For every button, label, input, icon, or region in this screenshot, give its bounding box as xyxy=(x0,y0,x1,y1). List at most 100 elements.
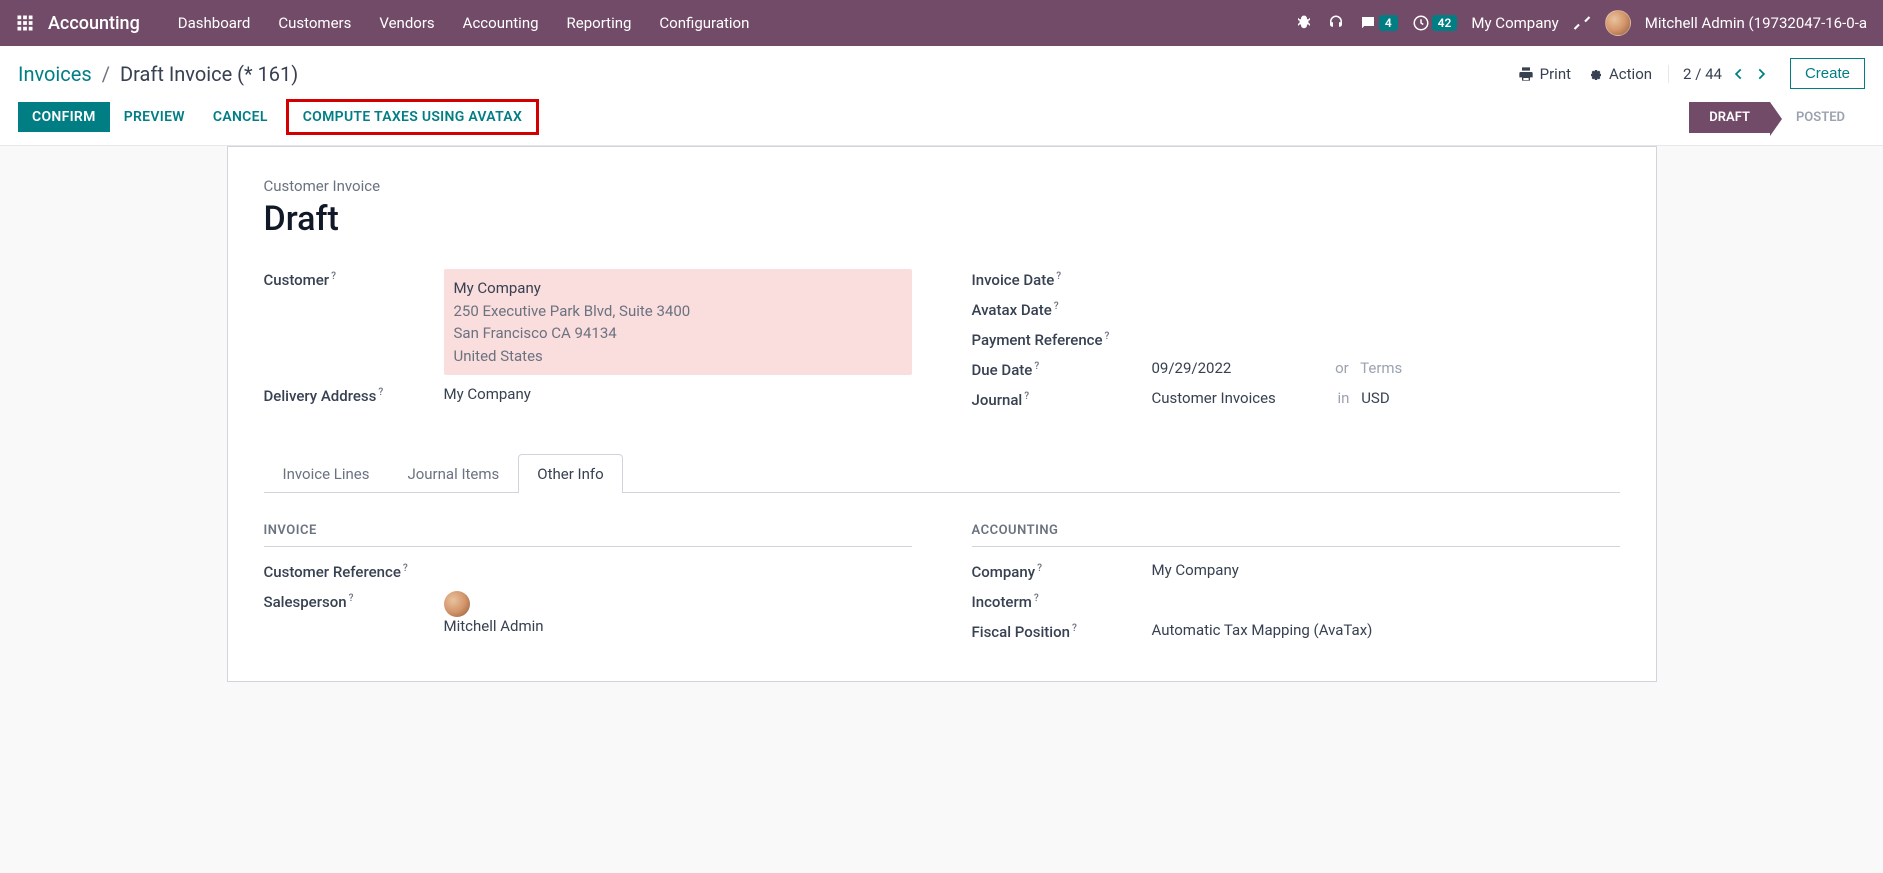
gear-icon xyxy=(1587,66,1603,82)
delivery-label: Delivery Address? xyxy=(264,385,444,405)
tab-invoice-lines[interactable]: Invoice Lines xyxy=(264,454,389,493)
form-sheet: Customer Invoice Draft Customer? My Comp… xyxy=(227,146,1657,682)
control-bar: Invoices / Draft Invoice (* 161) Print A… xyxy=(0,46,1883,89)
help-icon[interactable]: ? xyxy=(1056,271,1061,282)
in-label: in xyxy=(1338,389,1350,407)
salesperson-label: Salesperson? xyxy=(264,591,444,611)
compute-avatax-button[interactable]: COMPUTE TAXES USING AVATAX xyxy=(293,104,532,130)
help-icon[interactable]: ? xyxy=(1054,301,1059,312)
invoice-section-title: INVOICE xyxy=(264,523,912,547)
breadcrumb-root[interactable]: Invoices xyxy=(18,62,92,86)
or-label: or xyxy=(1335,359,1349,377)
terms-field[interactable]: Terms xyxy=(1360,359,1402,377)
action-bar: CONFIRM PREVIEW CANCEL COMPUTE TAXES USI… xyxy=(0,89,1883,146)
tools-icon[interactable] xyxy=(1573,14,1591,32)
help-icon[interactable]: ? xyxy=(349,593,354,604)
company-field[interactable]: My Company xyxy=(1152,561,1620,579)
help-icon[interactable]: ? xyxy=(1034,361,1039,372)
form-left: Customer? My Company 250 Executive Park … xyxy=(264,269,912,419)
apps-icon[interactable] xyxy=(16,14,34,32)
tabs: Invoice Lines Journal Items Other Info xyxy=(264,453,1620,493)
app-name[interactable]: Accounting xyxy=(48,13,140,34)
due-date-value: 09/29/2022 xyxy=(1152,359,1232,377)
help-icon[interactable]: ? xyxy=(331,271,336,282)
create-button[interactable]: Create xyxy=(1790,58,1865,89)
salesperson-field[interactable]: Mitchell Admin xyxy=(444,591,912,635)
clock-icon xyxy=(1412,14,1430,32)
accounting-section-title: ACCOUNTING xyxy=(972,523,1620,547)
confirm-button[interactable]: CONFIRM xyxy=(18,102,110,132)
avatar[interactable] xyxy=(1605,10,1631,36)
doc-title: Draft xyxy=(264,199,1620,239)
delivery-field[interactable]: My Company xyxy=(444,385,912,403)
status-posted[interactable]: POSTED xyxy=(1770,102,1865,133)
due-date-field[interactable]: 09/29/2022 or Terms xyxy=(1152,359,1620,377)
action-label: Action xyxy=(1609,65,1652,83)
help-icon[interactable]: ? xyxy=(1105,331,1110,342)
customer-country: United States xyxy=(454,345,902,368)
journal-value: Customer Invoices xyxy=(1152,389,1276,407)
company-label: Company? xyxy=(972,561,1152,581)
breadcrumb: Invoices / Draft Invoice (* 161) xyxy=(18,62,298,86)
print-label: Print xyxy=(1540,65,1571,83)
invoice-section: INVOICE Customer Reference? Salesperson?… xyxy=(264,523,912,651)
tab-journal-items[interactable]: Journal Items xyxy=(388,454,518,493)
form-right: Invoice Date? Avatax Date? Payment Refer… xyxy=(972,269,1620,419)
status-draft[interactable]: DRAFT xyxy=(1689,102,1770,133)
customer-name: My Company xyxy=(454,277,902,300)
cust-ref-label: Customer Reference? xyxy=(264,561,444,581)
user-name[interactable]: Mitchell Admin (19732047-16-0-a xyxy=(1645,14,1867,32)
help-icon[interactable]: ? xyxy=(403,563,408,574)
action-button[interactable]: Action xyxy=(1587,65,1652,83)
journal-label: Journal? xyxy=(972,389,1152,409)
customer-field[interactable]: My Company 250 Executive Park Blvd, Suit… xyxy=(444,269,912,375)
nav-dashboard[interactable]: Dashboard xyxy=(164,0,265,46)
pager: 2 / 44 xyxy=(1668,65,1768,83)
breadcrumb-current: Draft Invoice (* 161) xyxy=(120,62,298,86)
nav-menu: Dashboard Customers Vendors Accounting R… xyxy=(164,0,764,46)
bug-icon[interactable] xyxy=(1295,14,1313,32)
nav-vendors[interactable]: Vendors xyxy=(365,0,448,46)
activities-button[interactable]: 42 xyxy=(1412,14,1458,32)
salesperson-value: Mitchell Admin xyxy=(444,617,544,635)
pager-prev-icon[interactable] xyxy=(1732,67,1746,81)
pager-text[interactable]: 2 / 44 xyxy=(1683,65,1722,83)
help-icon[interactable]: ? xyxy=(378,387,383,398)
nav-reporting[interactable]: Reporting xyxy=(553,0,646,46)
breadcrumb-sep: / xyxy=(102,62,110,86)
invoice-date-label: Invoice Date? xyxy=(972,269,1152,289)
cancel-button[interactable]: CANCEL xyxy=(199,102,282,132)
customer-street: 250 Executive Park Blvd, Suite 3400 xyxy=(454,300,902,323)
help-icon[interactable]: ? xyxy=(1034,593,1039,604)
salesperson-avatar xyxy=(444,591,470,617)
help-icon[interactable]: ? xyxy=(1037,563,1042,574)
journal-field[interactable]: Customer Invoices in USD xyxy=(1152,389,1620,407)
nav-configuration[interactable]: Configuration xyxy=(645,0,763,46)
fiscal-label: Fiscal Position? xyxy=(972,621,1152,641)
company-selector[interactable]: My Company xyxy=(1471,14,1558,32)
customer-label: Customer? xyxy=(264,269,444,289)
preview-button[interactable]: PREVIEW xyxy=(110,102,199,132)
currency-value[interactable]: USD xyxy=(1361,389,1389,407)
avatax-date-label: Avatax Date? xyxy=(972,299,1152,319)
support-icon[interactable] xyxy=(1327,14,1345,32)
nav-customers[interactable]: Customers xyxy=(264,0,365,46)
customer-city: San Francisco CA 94134 xyxy=(454,322,902,345)
messages-badge: 4 xyxy=(1379,15,1398,31)
due-date-label: Due Date? xyxy=(972,359,1152,379)
incoterm-label: Incoterm? xyxy=(972,591,1152,611)
messages-button[interactable]: 4 xyxy=(1359,14,1398,32)
pager-next-icon[interactable] xyxy=(1754,67,1768,81)
nav-right: 4 42 My Company Mitchell Admin (19732047… xyxy=(1295,10,1867,36)
nav-accounting[interactable]: Accounting xyxy=(449,0,553,46)
accounting-section: ACCOUNTING Company? My Company Incoterm?… xyxy=(972,523,1620,651)
print-button[interactable]: Print xyxy=(1518,65,1571,83)
chat-icon xyxy=(1359,14,1377,32)
help-icon[interactable]: ? xyxy=(1072,623,1077,634)
top-nav: Accounting Dashboard Customers Vendors A… xyxy=(0,0,1883,46)
compute-avatax-highlight: COMPUTE TAXES USING AVATAX xyxy=(286,99,539,135)
tab-other-info[interactable]: Other Info xyxy=(518,454,622,493)
help-icon[interactable]: ? xyxy=(1024,391,1029,402)
status-bar: DRAFT POSTED xyxy=(1689,102,1865,133)
fiscal-field[interactable]: Automatic Tax Mapping (AvaTax) xyxy=(1152,621,1620,639)
